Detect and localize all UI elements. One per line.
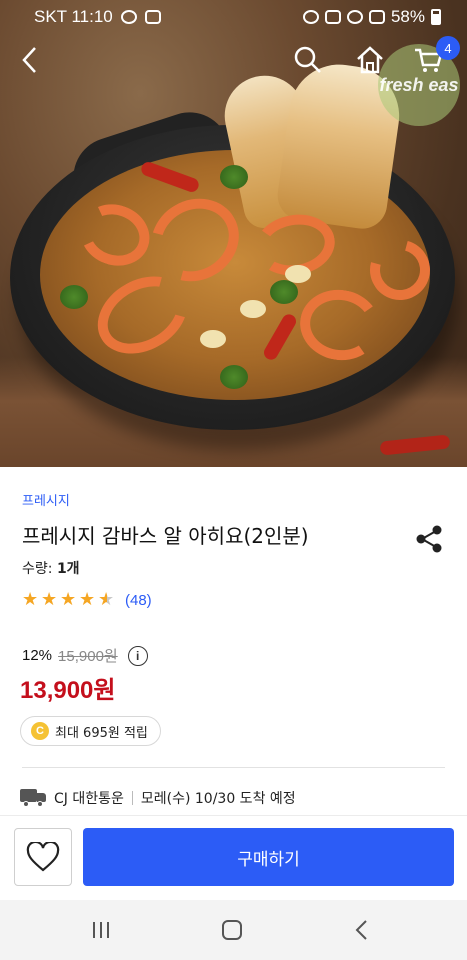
brand-link[interactable]: 프레시지 [22, 490, 70, 509]
wishlist-button[interactable] [14, 828, 72, 886]
broccoli [220, 365, 248, 389]
notification-icon [144, 10, 161, 24]
quantity-value: 1개 [56, 561, 80, 577]
action-bar: 구매하기 [0, 815, 467, 900]
delivery-eta: 모레(수) 10/30 도착 예정 [140, 791, 296, 807]
broccoli [60, 285, 88, 309]
product-title: 프레시지 감바스 알 아히요(2인분) [22, 524, 309, 548]
coin-icon: C [31, 722, 49, 740]
info-icon[interactable]: i [127, 645, 148, 666]
recent-apps-button[interactable] [86, 916, 116, 944]
share-button[interactable] [414, 524, 446, 554]
status-time: SKT 11:10 [34, 7, 113, 26]
wifi-icon [346, 10, 363, 24]
review-count-link[interactable]: (48) [125, 592, 152, 609]
delivery-info: CJ 대한통운 모레(수) 10/30 도착 예정 [20, 788, 296, 808]
garlic [285, 265, 311, 283]
battery-icon [431, 9, 441, 25]
quantity-label: 수량: [22, 561, 53, 577]
cart-count-badge: 4 [436, 36, 460, 60]
search-icon [294, 46, 321, 73]
points-text: 최대 695원 적립 [55, 725, 148, 741]
recent-apps-icon [93, 922, 109, 938]
alarm-icon [302, 10, 319, 24]
status-bar: SKT 11:10 58% [0, 0, 467, 34]
price-row: 12% 15,900원 i [22, 645, 148, 666]
home-button[interactable] [352, 42, 388, 78]
home-icon [357, 46, 383, 74]
sale-price: 13,900원 [20, 677, 116, 704]
buy-button[interactable]: 구매하기 [83, 828, 454, 886]
star-icon: ★ [60, 589, 77, 610]
system-back-button[interactable] [347, 916, 377, 944]
heart-icon [26, 842, 60, 872]
search-button[interactable] [290, 42, 326, 78]
truck-icon [20, 789, 46, 807]
chevron-left-icon [355, 920, 367, 940]
quantity: 수량: 1개 [22, 558, 80, 578]
battery-percent: 58% [390, 7, 425, 26]
star-icon: ★ [41, 589, 58, 610]
original-price: 15,900원 [58, 648, 118, 665]
system-home-button[interactable] [217, 916, 247, 944]
mute-icon [324, 10, 341, 24]
square-home-icon [222, 920, 242, 940]
rating[interactable]: ★ ★ ★ ★ ★ (48) [22, 591, 152, 609]
discount-rate: 12% [22, 647, 53, 664]
star-icon: ★ [22, 589, 39, 610]
signal-icon [368, 10, 385, 24]
divider [22, 767, 445, 768]
garlic [240, 300, 266, 318]
broccoli [220, 165, 248, 189]
garlic [200, 330, 226, 348]
share-icon [416, 525, 442, 553]
star-icon: ★ [79, 589, 96, 610]
talk-icon [120, 10, 137, 24]
back-button[interactable] [12, 42, 48, 78]
system-nav-bar [0, 900, 467, 960]
broccoli [270, 280, 298, 304]
points-badge: C 최대 695원 적립 [20, 716, 161, 746]
half-star-icon: ★ [98, 589, 115, 610]
separator [131, 791, 133, 805]
chevron-left-icon [22, 47, 36, 73]
top-nav: fresh eas [0, 34, 467, 126]
delivery-company: CJ 대한통운 [54, 791, 124, 807]
